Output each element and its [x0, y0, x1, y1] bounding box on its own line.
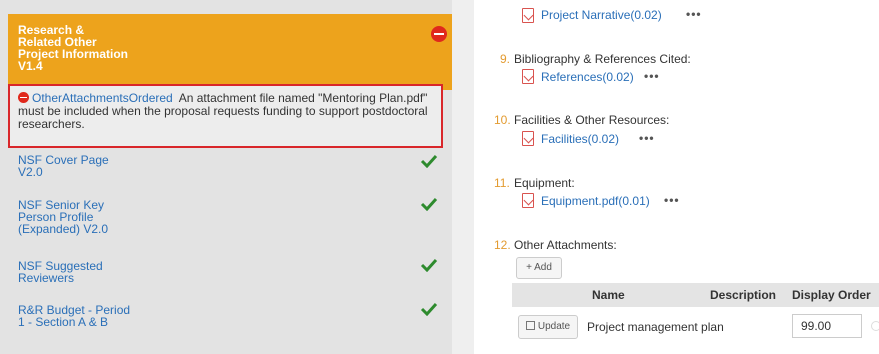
check-icon [420, 154, 438, 168]
form-item-label: NSF Senior Key Person Profile (Expanded)… [18, 199, 158, 235]
requirement-number: 12. [494, 238, 511, 252]
attachments-table-header: Name Description Display Order [512, 283, 879, 307]
form-item-label: R&R Budget - Period 1 - Section A & B [18, 304, 158, 328]
active-section-title: Research & Related Other Project Informa… [18, 24, 138, 72]
check-icon [420, 258, 438, 272]
check-icon [420, 302, 438, 316]
error-icon [18, 92, 29, 103]
more-options-icon[interactable]: ••• [664, 193, 680, 207]
update-button[interactable]: Update [518, 315, 578, 339]
panel-divider [452, 0, 474, 354]
requirement-title: Facilities & Other Resources: [514, 113, 670, 127]
update-button-label: Update [537, 321, 571, 332]
form-item-line: (Expanded) V2.0 [18, 222, 109, 236]
error-icon [431, 26, 447, 42]
display-order-input[interactable] [792, 314, 862, 338]
form-item-label: NSF Suggested Reviewers [18, 260, 158, 284]
more-options-icon[interactable]: ••• [686, 7, 702, 21]
requirement-number: 9. [500, 52, 511, 66]
section-title-line: V1.4 [18, 59, 43, 73]
form-item-label: NSF Cover Page V2.0 [18, 154, 158, 178]
column-header-description: Description [710, 288, 777, 302]
more-options-icon[interactable]: ••• [644, 69, 660, 83]
column-header-display-order: Display Order [792, 288, 871, 302]
file-link-references[interactable]: References(0.02) [541, 70, 634, 84]
form-item-line: 1 - Section A & B [18, 315, 109, 329]
pdf-icon [522, 193, 534, 208]
error-rule-link[interactable]: OtherAttachmentsOrdered [32, 91, 173, 105]
form-item-line: V2.0 [18, 165, 43, 179]
form-list-panel: Research & Related Other Project Informa… [0, 0, 452, 354]
validation-error-box: OtherAttachmentsOrdered An attachment fi… [8, 84, 443, 148]
edit-icon [525, 321, 535, 330]
form-item-nsf-senior-key-person[interactable]: NSF Senior Key Person Profile (Expanded)… [8, 197, 452, 239]
requirement-title: Equipment: [514, 176, 575, 190]
delete-icon[interactable] [871, 321, 879, 331]
pdf-icon [522, 8, 534, 23]
column-header-name: Name [592, 288, 625, 302]
check-icon [420, 197, 438, 211]
active-section-header[interactable]: Research & Related Other Project Informa… [8, 14, 452, 90]
pdf-icon [522, 69, 534, 84]
form-item-line: Reviewers [18, 271, 75, 285]
file-link-equipment[interactable]: Equipment.pdf(0.01) [541, 194, 650, 208]
pdf-icon [522, 131, 534, 146]
requirement-title: Bibliography & References Cited: [514, 52, 691, 66]
form-item-nsf-cover-page[interactable]: NSF Cover Page V2.0 [8, 154, 452, 186]
attachments-panel: Project Narrative(0.02) ••• 9. Bibliogra… [474, 0, 879, 354]
attachment-name: Project management plan [587, 320, 724, 334]
requirement-number: 10. [494, 113, 511, 127]
requirement-number: 11. [494, 176, 510, 190]
form-item-nsf-suggested-reviewers[interactable]: NSF Suggested Reviewers [8, 258, 452, 288]
form-item-rr-budget-period-1[interactable]: R&R Budget - Period 1 - Section A & B [8, 302, 452, 332]
add-attachment-button[interactable]: + Add [516, 257, 562, 279]
file-link-facilities[interactable]: Facilities(0.02) [541, 132, 619, 146]
file-link-project-narrative[interactable]: Project Narrative(0.02) [541, 8, 662, 22]
requirement-title: Other Attachments: [514, 238, 617, 252]
more-options-icon[interactable]: ••• [639, 131, 655, 145]
